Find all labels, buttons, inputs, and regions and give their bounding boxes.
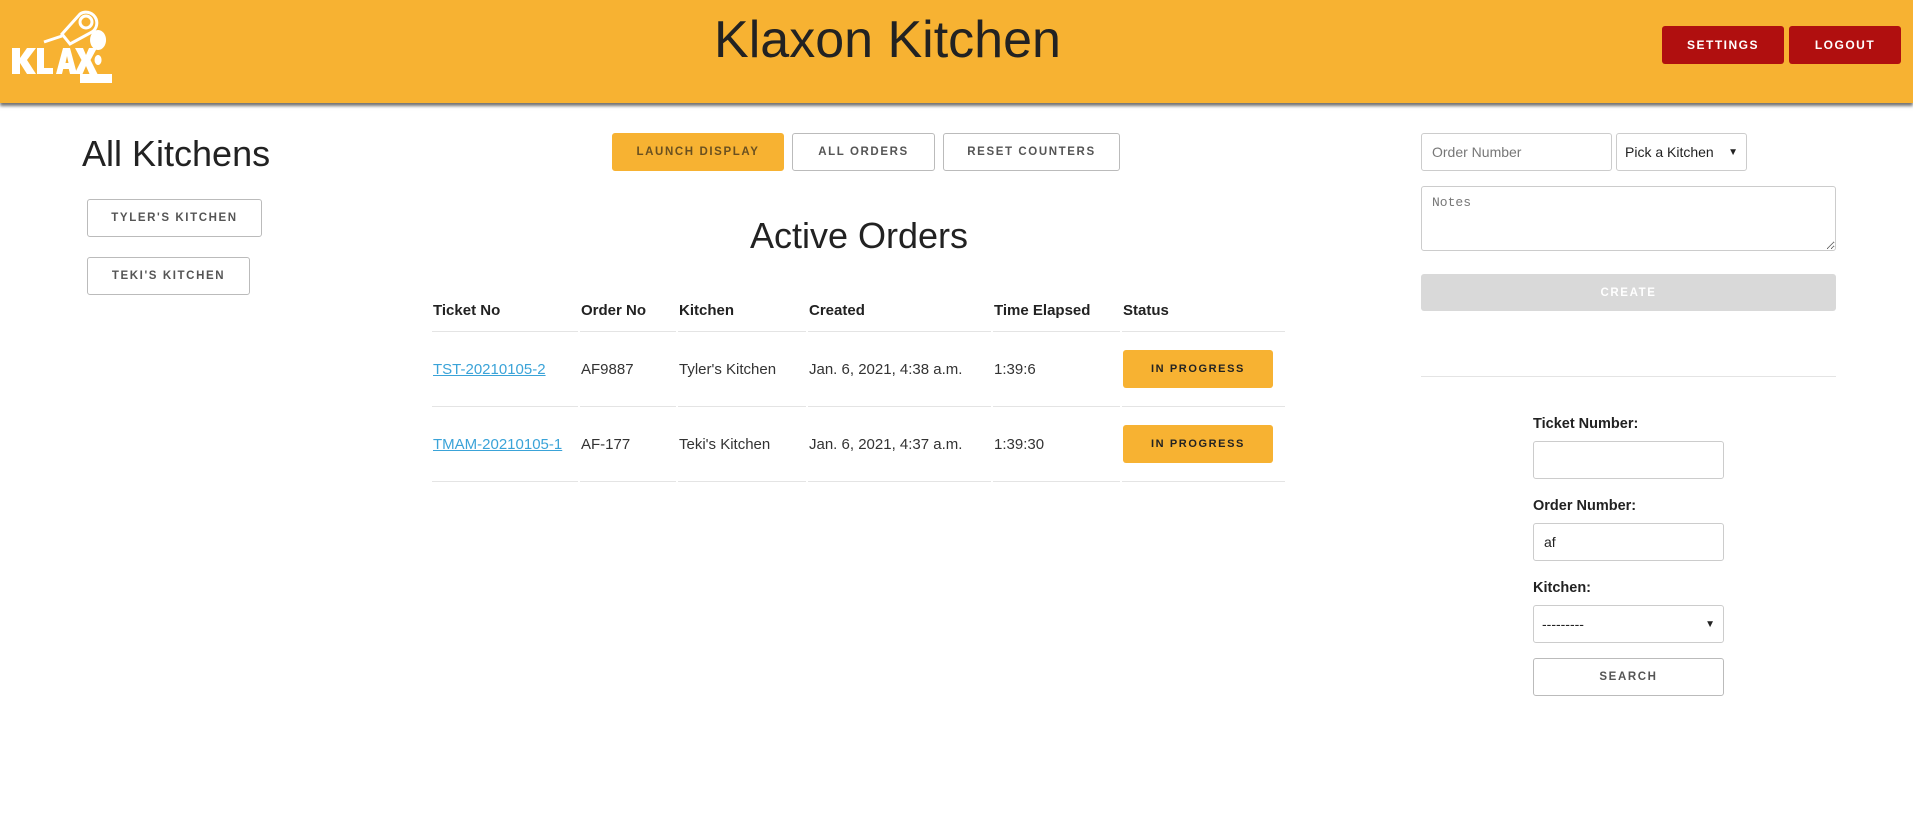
ticket-cell: TMAM-20210105-1	[432, 407, 578, 482]
table-row: TST-20210105-2 AF9887 Tyler's Kitchen Ja…	[432, 332, 1285, 407]
settings-button[interactable]: SETTINGS	[1662, 26, 1784, 64]
kitchen-search-select-value: ---------	[1542, 616, 1584, 632]
column-header: Created	[808, 290, 991, 332]
elapsed-cell: 1:39:30	[993, 407, 1120, 482]
created-cell: Jan. 6, 2021, 4:37 a.m.	[808, 407, 991, 482]
column-header: Order No	[580, 290, 676, 332]
order-number-search-input[interactable]	[1533, 523, 1724, 561]
chevron-down-icon: ▼	[1728, 146, 1738, 158]
elapsed-cell: 1:39:6	[993, 332, 1120, 407]
launch-display-button[interactable]: LAUNCH DISPLAY	[612, 133, 784, 171]
status-button[interactable]: IN PROGRESS	[1123, 350, 1273, 388]
order-cell: AF9887	[580, 332, 676, 407]
kitchen-button-tylers[interactable]: TYLER'S KITCHEN	[87, 199, 262, 237]
pick-kitchen-select-value: Pick a Kitchen	[1625, 144, 1714, 160]
pick-kitchen-select[interactable]: Pick a Kitchen ▼	[1616, 133, 1747, 171]
reset-counters-button[interactable]: RESET COUNTERS	[943, 133, 1120, 171]
order-number-input[interactable]	[1421, 133, 1612, 171]
notes-textarea[interactable]	[1421, 186, 1836, 251]
kitchen-button-tekis[interactable]: TEKI'S KITCHEN	[87, 257, 250, 295]
create-button[interactable]: CREATE	[1421, 274, 1836, 311]
ticket-number-label: Ticket Number:	[1533, 416, 1639, 432]
created-cell: Jan. 6, 2021, 4:38 a.m.	[808, 332, 991, 407]
top-header: Klaxon Kitchen SETTINGS LOGOUT	[0, 0, 1913, 103]
kitchen-cell: Teki's Kitchen	[678, 407, 806, 482]
app-title: Klaxon Kitchen	[714, 11, 1061, 69]
order-cell: AF-177	[580, 407, 676, 482]
all-orders-button[interactable]: ALL ORDERS	[792, 133, 935, 171]
table-header-row: Ticket No Order No Kitchen Created Time …	[432, 290, 1285, 332]
status-cell: IN PROGRESS	[1122, 407, 1285, 482]
status-cell: IN PROGRESS	[1122, 332, 1285, 407]
kitchen-cell: Tyler's Kitchen	[678, 332, 806, 407]
status-button[interactable]: IN PROGRESS	[1123, 425, 1273, 463]
all-kitchens-heading: All Kitchens	[82, 133, 271, 174]
column-header: Time Elapsed	[993, 290, 1120, 332]
ticket-cell: TST-20210105-2	[432, 332, 578, 407]
active-orders-heading: Active Orders	[749, 215, 969, 256]
search-button[interactable]: SEARCH	[1533, 658, 1724, 696]
logout-button[interactable]: LOGOUT	[1789, 26, 1901, 64]
order-number-label: Order Number:	[1533, 498, 1637, 514]
section-divider	[1421, 376, 1836, 377]
column-header: Ticket No	[432, 290, 578, 332]
ticket-link[interactable]: TST-20210105-2	[433, 361, 546, 378]
active-orders-table: Ticket No Order No Kitchen Created Time …	[430, 290, 1287, 482]
ticket-link[interactable]: TMAM-20210105-1	[433, 436, 562, 453]
kitchen-label: Kitchen:	[1533, 580, 1591, 596]
table-row: TMAM-20210105-1 AF-177 Teki's Kitchen Ja…	[432, 407, 1285, 482]
column-header: Status	[1122, 290, 1285, 332]
ticket-number-input[interactable]	[1533, 441, 1724, 479]
column-header: Kitchen	[678, 290, 806, 332]
kitchen-search-select[interactable]: --------- ▼	[1533, 605, 1724, 643]
chevron-down-icon: ▼	[1705, 618, 1715, 630]
